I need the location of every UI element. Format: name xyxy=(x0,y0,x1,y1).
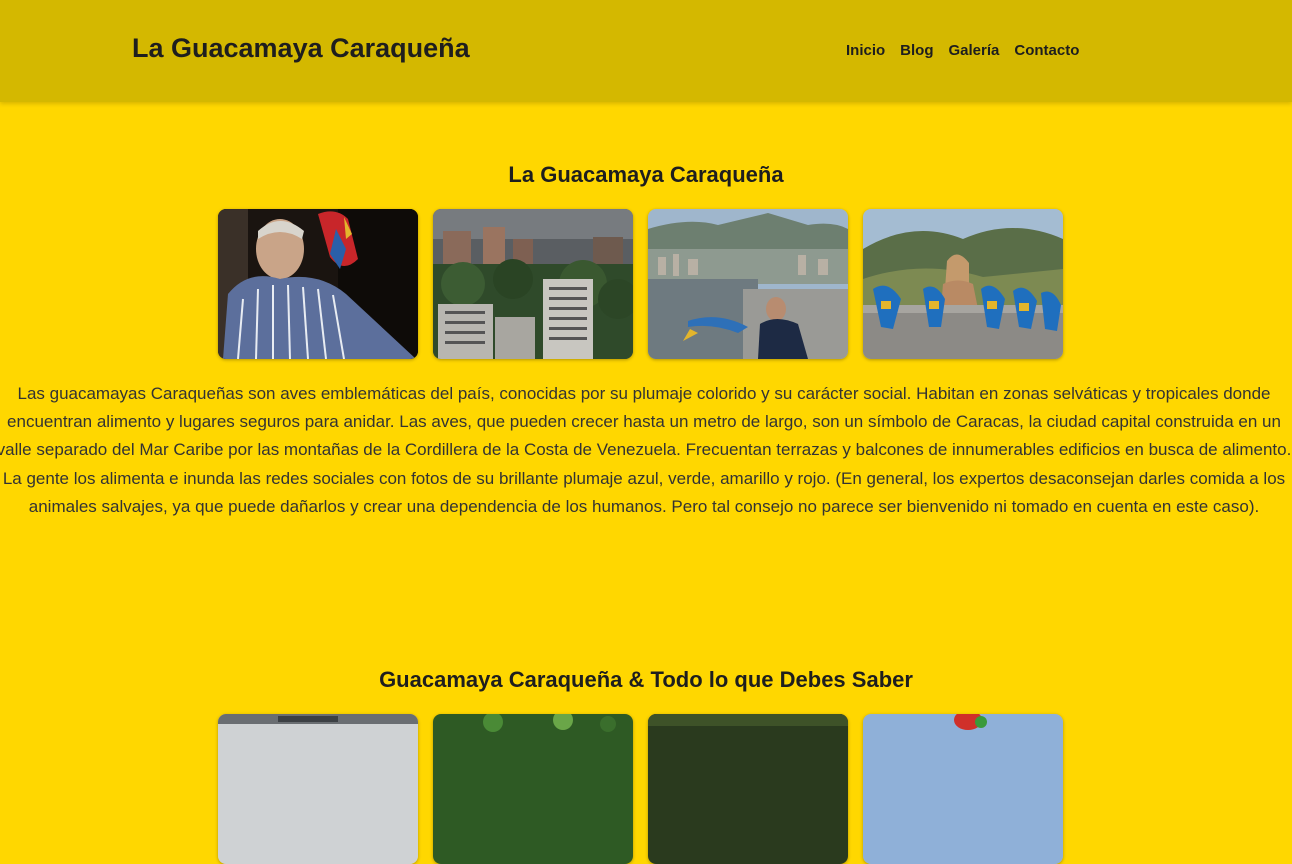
gallery-photo-rooftop[interactable] xyxy=(218,714,418,864)
main-nav: Inicio Blog Galería Contacto xyxy=(846,42,1079,59)
site-title[interactable]: La Guacamaya Caraqueña xyxy=(132,33,470,64)
gallery-photo-red-macaw[interactable] xyxy=(863,714,1063,864)
nav-link-galeria[interactable]: Galería xyxy=(949,42,1000,59)
gallery-photo-man-with-macaws-mountain[interactable] xyxy=(863,209,1063,359)
section-description: Las guacamayas Caraqueñas son aves emble… xyxy=(0,384,1292,516)
gallery-photo-city-buildings[interactable] xyxy=(433,209,633,359)
section-title: La Guacamaya Caraqueña xyxy=(508,162,784,187)
photo-gallery xyxy=(218,209,1063,359)
nav-link-contacto[interactable]: Contacto xyxy=(1014,42,1079,59)
gallery-photo-man-with-macaw[interactable] xyxy=(218,209,418,359)
nav-link-blog[interactable]: Blog xyxy=(900,42,933,59)
site-header: La Guacamaya Caraqueña Inicio Blog Galer… xyxy=(0,0,1292,102)
section-title-2: Guacamaya Caraqueña & Todo lo que Debes … xyxy=(379,667,913,692)
nav-link-inicio[interactable]: Inicio xyxy=(846,42,885,59)
gallery-photo-woman-feeding-macaws[interactable] xyxy=(648,209,848,359)
photo-gallery-2 xyxy=(218,714,1063,864)
gallery-photo-dark-green[interactable] xyxy=(648,714,848,864)
gallery-photo-green-foliage[interactable] xyxy=(433,714,633,864)
